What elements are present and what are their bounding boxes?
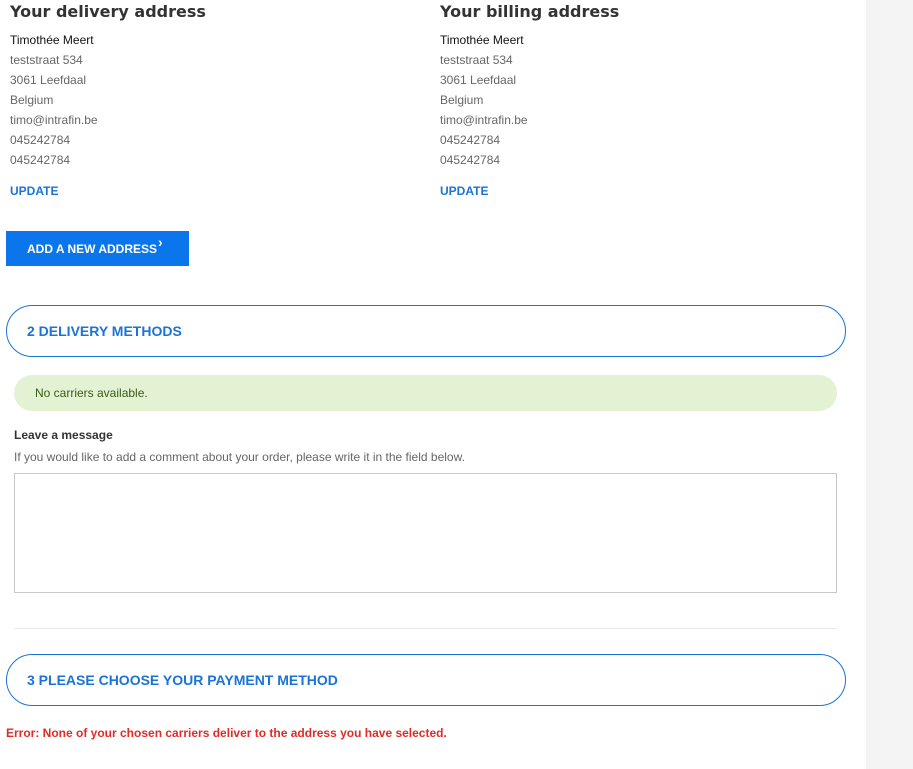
billing-address-phone: 045242784	[440, 133, 501, 147]
billing-address-update-link[interactable]: UPDATE	[440, 184, 840, 198]
billing-address-block: Your billing address Timothée Meert test…	[440, 0, 840, 198]
delivery-address-block: Your delivery address Timothée Meert tes…	[10, 0, 410, 198]
delivery-address-mobile: 045242784	[10, 153, 71, 167]
leave-message-help-text: If you would like to add a comment about…	[14, 450, 465, 464]
order-message-textarea[interactable]	[14, 473, 837, 593]
leave-message-title: Leave a message	[14, 428, 113, 442]
add-new-address-button[interactable]: ADD A NEW ADDRESS ›	[6, 231, 189, 266]
billing-address-name: Timothée Meert	[440, 33, 524, 47]
right-side-gutter	[866, 0, 913, 769]
billing-address-country: Belgium	[440, 93, 484, 107]
billing-address-city: 3061 Leefdaal	[440, 73, 517, 87]
delivery-address-city: 3061 Leefdaal	[10, 73, 87, 87]
delivery-address-update-link[interactable]: UPDATE	[10, 184, 410, 198]
delivery-address-phone: 045242784	[10, 133, 71, 147]
billing-address-mobile: 045242784	[440, 153, 501, 167]
carrier-error-message: Error: None of your chosen carriers deli…	[6, 726, 447, 740]
delivery-address-email: timo@intrafin.be	[10, 113, 98, 127]
billing-address-street: teststraat 534	[440, 53, 513, 67]
billing-address-email: timo@intrafin.be	[440, 113, 528, 127]
checkout-page: Your delivery address Timothée Meert tes…	[0, 0, 913, 769]
delivery-address-street: teststraat 534	[10, 53, 83, 67]
no-carriers-notice: No carriers available.	[14, 375, 837, 411]
delivery-address-name: Timothée Meert	[10, 33, 94, 47]
payment-method-step-header[interactable]: 3 PLEASE CHOOSE YOUR PAYMENT METHOD	[6, 654, 846, 706]
section-divider	[14, 628, 837, 629]
delivery-address-country: Belgium	[10, 93, 54, 107]
chevron-right-icon: ›	[158, 234, 163, 250]
add-new-address-label: ADD A NEW ADDRESS	[27, 242, 158, 256]
delivery-address-title: Your delivery address	[10, 2, 206, 21]
billing-address-title: Your billing address	[440, 2, 620, 21]
delivery-methods-step-header[interactable]: 2 DELIVERY METHODS	[6, 305, 846, 357]
